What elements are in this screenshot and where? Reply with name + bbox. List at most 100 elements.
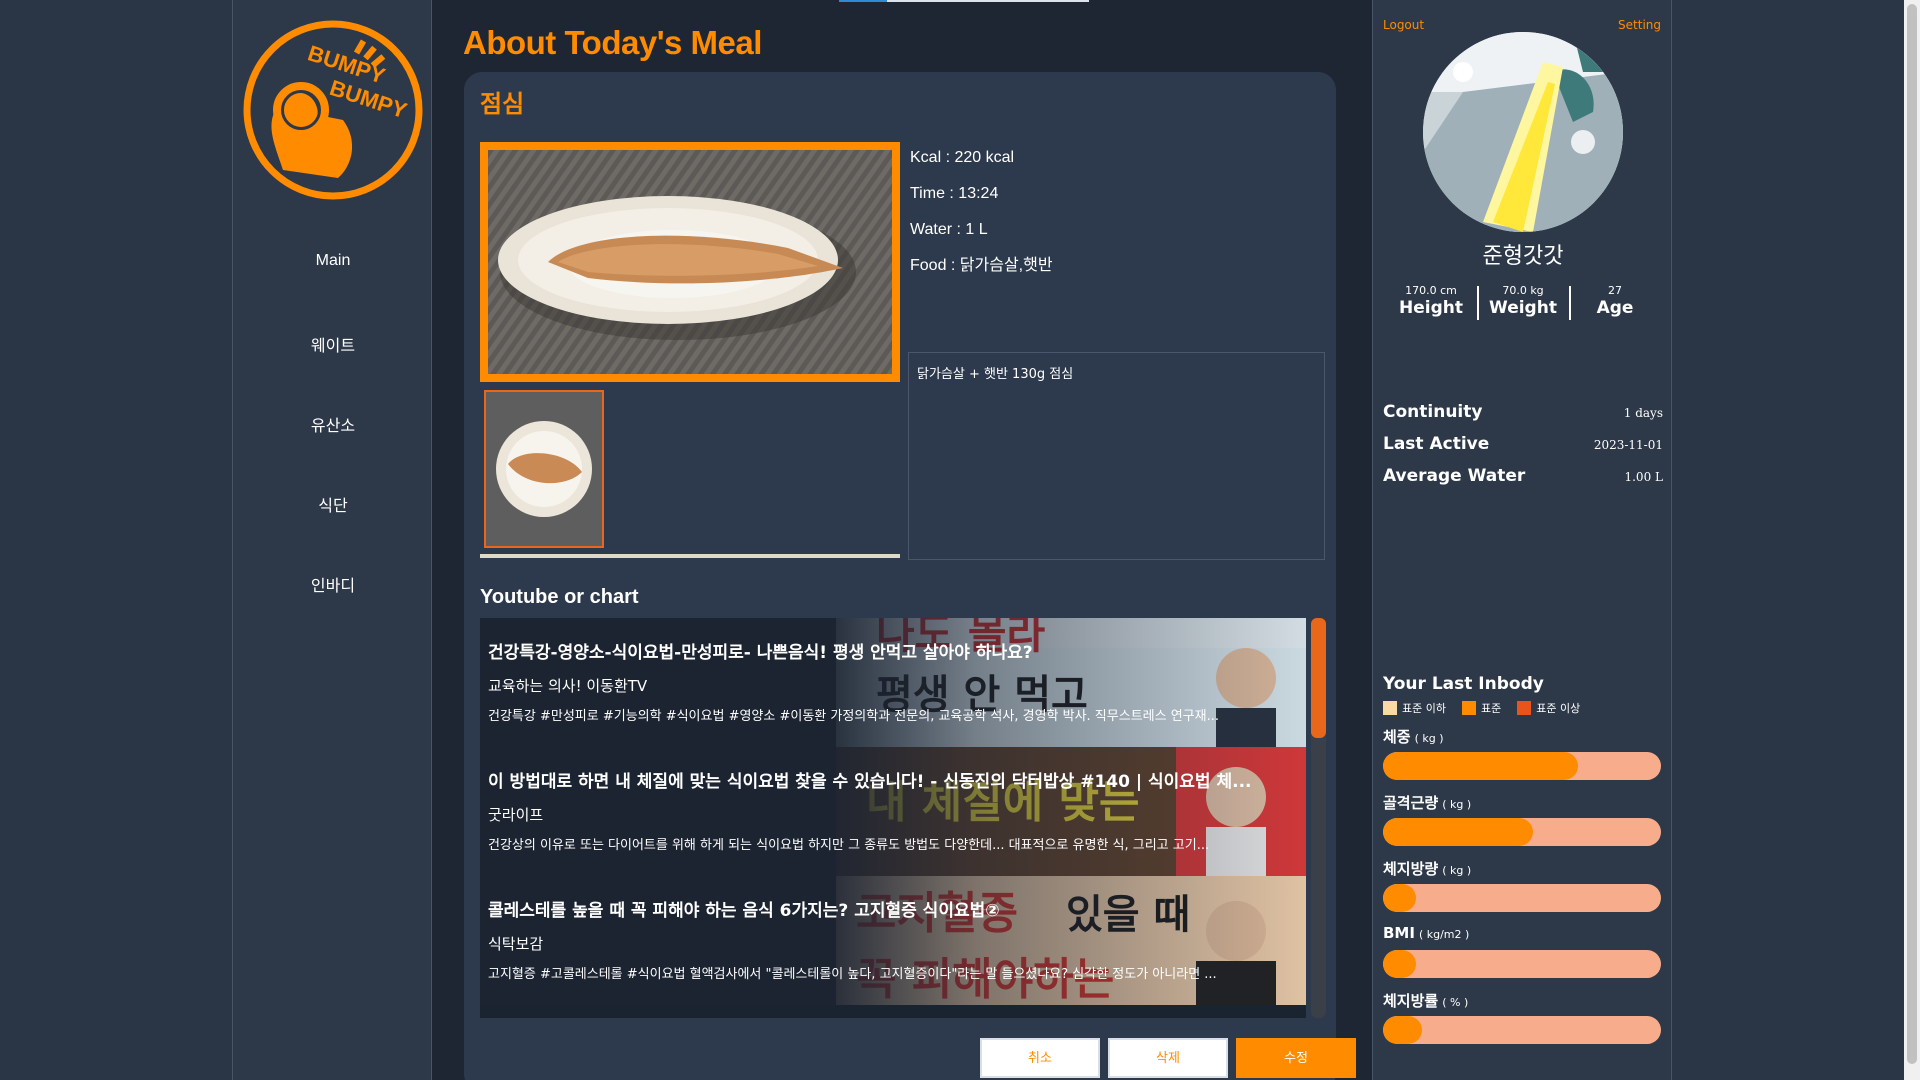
metric-name: BMI	[1383, 924, 1415, 942]
metric-unit: ( kg )	[1414, 732, 1444, 745]
stat-label: Weight	[1489, 298, 1557, 318]
metric-fat-percent-label: 체지방률( % )	[1383, 990, 1468, 1011]
metric-bar-fill	[1383, 950, 1417, 978]
right-sidebar: Logout Setting 준형갓갓 170.0 cm Height 70.0…	[1372, 0, 1672, 1080]
photo-scroll-track[interactable]	[480, 554, 900, 558]
youtube-scrollbar-thumb[interactable]	[1311, 618, 1326, 738]
meta-label: Average Water	[1383, 466, 1526, 486]
legend-standard: 표준	[1461, 700, 1502, 716]
meal-card: 점심 Kcal: 220 kcal Time: 13:24 Water: …	[464, 72, 1356, 1080]
video-title[interactable]: 콜레스테롤 높을 때 꼭 피해야 하는 음식 6가지는? 고지혈증 식이요법②	[488, 896, 1288, 921]
video-description: 건강특강 #만성피로 #기능의학 #식이요법 #영양소 #이동환 가정의학과 전…	[488, 709, 1219, 724]
metric-weight-label: 체중( kg )	[1383, 726, 1444, 747]
stat-label: Age	[1596, 298, 1634, 318]
metric-unit: ( kg )	[1442, 798, 1472, 811]
nav-diet[interactable]: 식단	[233, 492, 433, 516]
meal-type-title: 점심	[480, 90, 525, 118]
youtube-section-title: Youtube or chart	[480, 586, 639, 608]
meta-value: 1.00 L	[1624, 470, 1663, 484]
avatar[interactable]	[1423, 32, 1623, 232]
stat-height: 170.0 cm Height	[1385, 284, 1477, 318]
username: 준형갓갓	[1482, 244, 1564, 269]
left-sidebar: BUMPY BUMPY Main 웨이트 유산소 식단 인바디	[232, 0, 432, 1080]
meta-value: 1 days	[1623, 406, 1663, 420]
video-channel: 굿라이프	[488, 806, 544, 824]
metric-bmi-bar	[1383, 950, 1661, 978]
cancel-button[interactable]: 취소	[980, 1038, 1100, 1078]
nav-weight[interactable]: 웨이트	[233, 332, 433, 356]
legend-label: 표준 이하	[1402, 702, 1446, 715]
water-value: Water : 1 L	[910, 221, 988, 238]
metric-fat-percent-bar	[1383, 1016, 1661, 1044]
nav-cardio[interactable]: 유산소	[233, 412, 433, 436]
legend-above: 표준 이상	[1517, 700, 1580, 716]
metric-muscle-bar	[1383, 818, 1661, 846]
meta-label: Last Active	[1383, 434, 1490, 454]
meal-info: Kcal : 220 kcal Time : 13:24 Water : 1 L…	[910, 140, 1053, 284]
page-scrollbar-thumb[interactable]	[1907, 4, 1917, 1064]
youtube-scrollbar[interactable]	[1311, 618, 1326, 1018]
legend-label: 표준	[1480, 702, 1502, 715]
inbody-title: Your Last Inbody	[1383, 674, 1544, 694]
legend-label: 표준 이상	[1536, 702, 1581, 715]
delete-button[interactable]: 삭제	[1108, 1038, 1228, 1078]
avatar-image	[1423, 32, 1623, 232]
youtube-video-item[interactable]: 나도 몰라 평생 안 먹고 건강특강-영양소-식이요법-만성피로- 나쁜음식! …	[480, 618, 1306, 747]
nav-main[interactable]: Main	[233, 252, 433, 270]
video-description: 건강상의 이유로 또는 다이어트를 위해 하게 되는 식이요법 하지만 그 종류…	[488, 838, 1210, 853]
youtube-video-item[interactable]: 내 체질에 맞는 이 방법대로 하면 내 체질에 맞는 식이요법 찾을 수 있습…	[480, 747, 1306, 876]
nav-inbody[interactable]: 인바디	[233, 572, 433, 596]
youtube-video-item[interactable]: 고지혈증 있을 때 꼭 피해야하는 콜레스테롤 높을 때 꼭 피해야 하는 음식…	[480, 876, 1306, 1005]
main-content: About Today's Meal 점심 Kcal: 220 kcal Ti…	[432, 0, 1372, 1080]
stat-value: 70.0 kg	[1502, 284, 1544, 297]
time-value: Time : 13:24	[910, 185, 999, 202]
inbody-legend: 표준 이하 표준 표준 이상	[1383, 700, 1596, 716]
metric-unit: ( % )	[1442, 996, 1469, 1009]
metric-bar-fill	[1383, 1016, 1422, 1044]
video-description: 고지혈증 #고콜레스테롤 #식이요법 혈액검사에서 "콜레스테롤이 높다, 고지…	[488, 967, 1217, 982]
youtube-list: 나도 몰라 평생 안 먹고 건강특강-영양소-식이요법-만성피로- 나쁜음식! …	[480, 618, 1306, 1018]
meal-photo-image	[488, 150, 892, 374]
metric-bar-fill	[1383, 884, 1417, 912]
meal-thumbnail[interactable]	[484, 390, 604, 548]
kcal-value: Kcal : 220 kcal	[910, 149, 1015, 166]
legend-swatch	[1461, 701, 1476, 715]
stat-age: 27 Age	[1569, 284, 1661, 318]
metric-bar-fill	[1383, 818, 1534, 846]
metric-name: 체중	[1383, 728, 1411, 746]
metric-weight-bar	[1383, 752, 1661, 780]
logout-link[interactable]: Logout	[1383, 18, 1424, 32]
metric-name: 골격근량	[1383, 794, 1439, 812]
food-value: Food : 닭가슴살,햇반	[910, 257, 1053, 274]
metric-unit: ( kg/m2 )	[1418, 928, 1470, 941]
stat-value: 170.0 cm	[1405, 284, 1457, 297]
thumbnail-image	[486, 392, 602, 546]
metric-unit: ( kg )	[1442, 864, 1472, 877]
average-water-row: Average Water 1.00 L	[1383, 466, 1663, 490]
top-tab-active-indicator	[839, 0, 887, 2]
continuity-row: Continuity 1 days	[1383, 402, 1663, 426]
edit-button[interactable]: 수정	[1236, 1038, 1356, 1078]
meta-label: Continuity	[1383, 402, 1483, 422]
body-stats: 170.0 cm Height 70.0 kg Weight 27 Age	[1385, 284, 1661, 324]
metric-name: 체지방률	[1383, 992, 1439, 1010]
stat-value: 27	[1608, 284, 1622, 297]
last-active-row: Last Active 2023-11-01	[1383, 434, 1663, 458]
metric-fat-mass-bar	[1383, 884, 1661, 912]
page-scrollbar[interactable]	[1904, 0, 1920, 1080]
bumpy-logo[interactable]: BUMPY BUMPY	[243, 20, 423, 200]
stat-label: Height	[1399, 298, 1463, 318]
video-channel: 교육하는 의사! 이동환TV	[488, 677, 648, 695]
meta-value: 2023-11-01	[1593, 438, 1663, 452]
setting-link[interactable]: Setting	[1618, 18, 1661, 32]
video-title[interactable]: 이 방법대로 하면 내 체질에 맞는 식이요법 찾을 수 있습니다! - 신동진…	[488, 767, 1288, 792]
video-title[interactable]: 건강특강-영양소-식이요법-만성피로- 나쁜음식! 평생 안먹고 살아야 하나요…	[488, 638, 1288, 663]
legend-below: 표준 이하	[1383, 700, 1446, 716]
metric-fat-mass-label: 체지방량( kg )	[1383, 858, 1471, 879]
metric-name: 체지방량	[1383, 860, 1439, 878]
legend-swatch	[1383, 701, 1397, 715]
metric-bar-fill	[1383, 752, 1578, 780]
meal-photo	[480, 142, 900, 382]
legend-swatch	[1517, 701, 1532, 715]
metric-bmi-label: BMI( kg/m2 )	[1383, 924, 1469, 942]
